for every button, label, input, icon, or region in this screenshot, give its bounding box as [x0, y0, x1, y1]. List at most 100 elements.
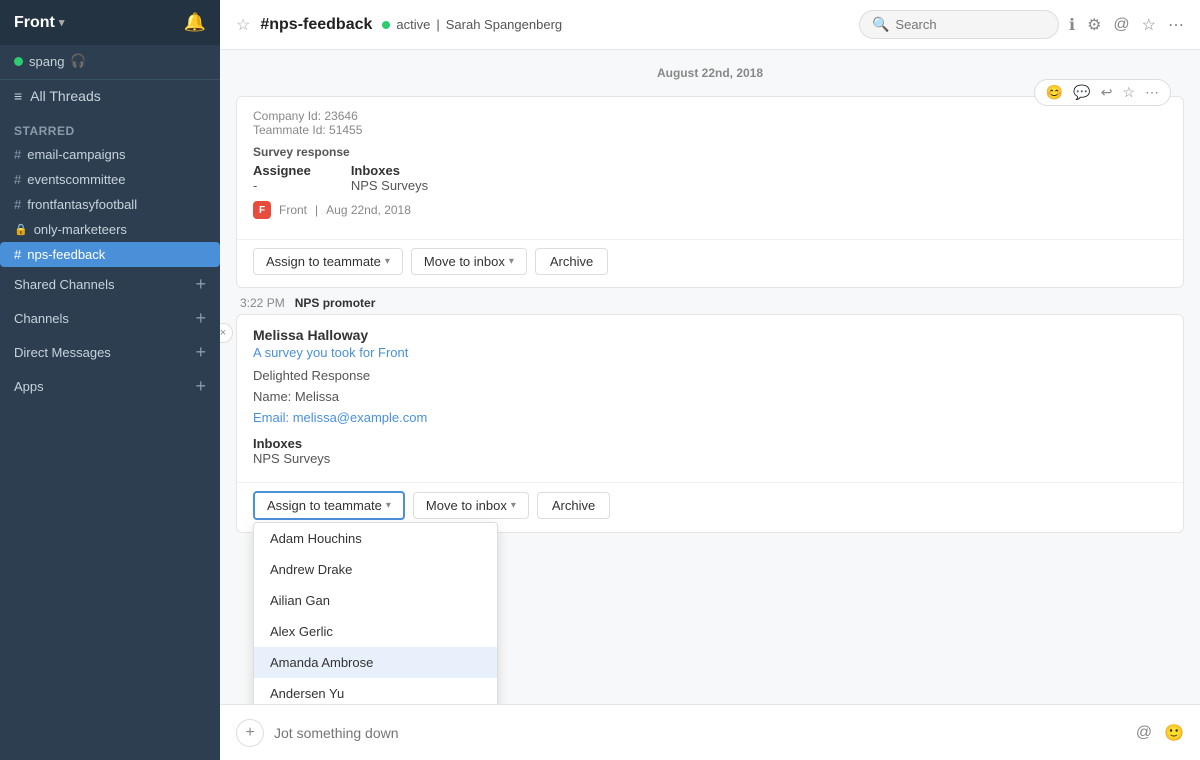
dropdown-item-ailian-gan[interactable]: Ailian Gan	[254, 585, 497, 616]
assign-chevron-icon: ▾	[385, 256, 390, 267]
date-label: August 22nd, 2018	[657, 66, 763, 80]
nps-title: NPS promoter	[295, 296, 376, 310]
all-threads-icon: ≡	[14, 88, 22, 104]
first-message-actions: Assign to teammate ▾ Move to inbox ▾ Arc…	[237, 239, 1183, 287]
app-name[interactable]: Front ▾	[14, 14, 64, 32]
sidebar-item-all-threads[interactable]: ≡ All Threads	[0, 80, 220, 112]
assign-label: Assign to teammate	[266, 254, 381, 269]
archive-button-1[interactable]: Archive	[535, 248, 608, 275]
add-app-button[interactable]: +	[195, 377, 206, 395]
archive-button-2[interactable]: Archive	[537, 492, 610, 519]
move-to-inbox-button-2[interactable]: Move to inbox ▾	[413, 492, 529, 519]
assign-chevron-icon-2: ▾	[386, 500, 391, 511]
star-hover-icon[interactable]: ☆	[1119, 84, 1138, 101]
topbar-status: active | Sarah Spangenberg	[382, 17, 562, 32]
second-message-wrapper: 3:22 PM NPS promoter × Melissa Halloway …	[236, 296, 1184, 533]
dropdown-item-amanda-ambrose[interactable]: Amanda Ambrose	[254, 647, 497, 678]
from-date-value: Aug 22nd, 2018	[326, 203, 411, 217]
channel-name-label: email-campaigns	[27, 147, 125, 162]
close-button[interactable]: ×	[220, 323, 233, 343]
assignee-value: -	[253, 178, 311, 193]
time-label: 3:22 PM	[240, 296, 285, 310]
inboxes-value-2: NPS Surveys	[253, 451, 330, 466]
channel-name-label: frontfantasyfootball	[27, 197, 137, 212]
lock-icon: 🔒	[14, 223, 28, 236]
add-channel-button[interactable]: +	[195, 309, 206, 327]
channel-name-label: only-marketeers	[34, 222, 127, 237]
assign-to-teammate-button-1[interactable]: Assign to teammate ▾	[253, 248, 403, 275]
move-to-inbox-button-1[interactable]: Move to inbox ▾	[411, 248, 527, 275]
dropdown-item-andrew-drake[interactable]: Andrew Drake	[254, 554, 497, 585]
app-name-chevron-icon: ▾	[59, 16, 65, 29]
status-text: active	[396, 17, 430, 32]
assignee-field: Assignee -	[253, 163, 311, 193]
dropdown-item-andersen-yu[interactable]: Andersen Yu	[254, 678, 497, 704]
react-icon[interactable]: 😊	[1043, 84, 1066, 101]
star-icon-topbar[interactable]: ☆	[1142, 15, 1156, 35]
shared-channels-row: Shared Channels +	[0, 267, 220, 301]
emoji-icon-compose[interactable]: 🙂	[1164, 723, 1184, 743]
sidebar-item-nps-feedback[interactable]: # nps-feedback	[0, 242, 220, 267]
teammate-id-label: Teammate Id: 51455	[253, 123, 362, 137]
compose-add-button[interactable]: +	[236, 719, 264, 747]
conversation-area: August 22nd, 2018 Company Id: 23646 Team…	[220, 50, 1200, 704]
add-shared-channel-button[interactable]: +	[195, 275, 206, 293]
more-icon[interactable]: ⋯	[1168, 15, 1184, 35]
compose-icons: @ 🙂	[1136, 723, 1184, 743]
user-status-dot	[14, 57, 23, 66]
more-hover-icon[interactable]: ⋯	[1142, 84, 1162, 101]
hover-actions-1: 😊 💬 ↩ ☆ ⋯	[1034, 79, 1171, 106]
apps-row: Apps +	[0, 369, 220, 403]
sidebar-item-email-campaigns[interactable]: # email-campaigns	[0, 142, 220, 167]
sidebar-item-only-marketeers[interactable]: 🔒 only-marketeers	[0, 217, 220, 242]
second-message-actions: Assign to teammate ▾ Adam Houchins Andre…	[237, 482, 1183, 532]
at-icon[interactable]: @	[1113, 16, 1129, 34]
dropdown-item-alex-gerlic[interactable]: Alex Gerlic	[254, 616, 497, 647]
all-threads-label: All Threads	[30, 88, 101, 104]
channels-label[interactable]: Channels	[14, 311, 69, 326]
channels-row: Channels +	[0, 301, 220, 335]
apps-label[interactable]: Apps	[14, 379, 44, 394]
at-icon-compose[interactable]: @	[1136, 724, 1152, 742]
company-id-label: Company Id: 23646	[253, 109, 358, 123]
nps-time: 3:22 PM NPS promoter	[236, 296, 1184, 310]
nps-content: × Melissa Halloway A survey you took for…	[236, 314, 1184, 533]
from-date: |	[315, 203, 318, 217]
move-label: Move to inbox	[424, 254, 505, 269]
sidebar-item-frontfantasyfootball[interactable]: # frontfantasyfootball	[0, 192, 220, 217]
search-input[interactable]	[895, 17, 1035, 32]
body-line-3: Email: melissa@example.com	[253, 408, 1167, 429]
sidebar-item-eventscommittee[interactable]: # eventscommittee	[0, 167, 220, 192]
main-panel: ☆ #nps-feedback active | Sarah Spangenbe…	[220, 0, 1200, 760]
reply-icon[interactable]: ↩	[1098, 84, 1116, 101]
direct-messages-label[interactable]: Direct Messages	[14, 345, 111, 360]
first-message-card: Company Id: 23646 Teammate Id: 51455 Sur…	[236, 96, 1184, 288]
add-dm-button[interactable]: +	[195, 343, 206, 361]
assign-label-2: Assign to teammate	[267, 498, 382, 513]
inboxes-label-2: Inboxes	[253, 436, 330, 451]
nps-subject[interactable]: A survey you took for Front	[237, 345, 1183, 366]
comment-icon[interactable]: 💬	[1070, 84, 1093, 101]
inboxes-field-2: Inboxes NPS Surveys	[253, 436, 330, 466]
search-bar[interactable]: 🔍	[859, 10, 1059, 39]
hash-icon: #	[14, 172, 21, 187]
star-icon[interactable]: ☆	[236, 15, 250, 35]
shared-channels-label[interactable]: Shared Channels	[14, 277, 114, 292]
move-label-2: Move to inbox	[426, 498, 507, 513]
assign-to-teammate-button-2[interactable]: Assign to teammate ▾	[253, 491, 405, 520]
compose-bar: + @ 🙂	[220, 704, 1200, 760]
sidebar-user: spang 🎧	[0, 45, 220, 80]
gear-icon[interactable]: ⚙	[1087, 15, 1101, 35]
front-logo: F	[253, 201, 271, 219]
bell-icon[interactable]: 🔔	[184, 12, 206, 33]
dropdown-item-adam-houchins[interactable]: Adam Houchins	[254, 523, 497, 554]
sidebar: Front ▾ 🔔 spang 🎧 ≡ All Threads Starred …	[0, 0, 220, 760]
starred-section-label: Starred	[0, 112, 220, 142]
inboxes-label: Inboxes	[351, 163, 428, 178]
assign-dropdown[interactable]: Adam Houchins Andrew Drake Ailian Gan Al…	[253, 522, 498, 704]
from-label: Front	[279, 203, 307, 217]
info-icon[interactable]: ℹ	[1069, 15, 1075, 35]
compose-input[interactable]	[274, 725, 1126, 741]
status-dot	[382, 21, 390, 29]
from-row: F Front | Aug 22nd, 2018	[253, 201, 1167, 219]
